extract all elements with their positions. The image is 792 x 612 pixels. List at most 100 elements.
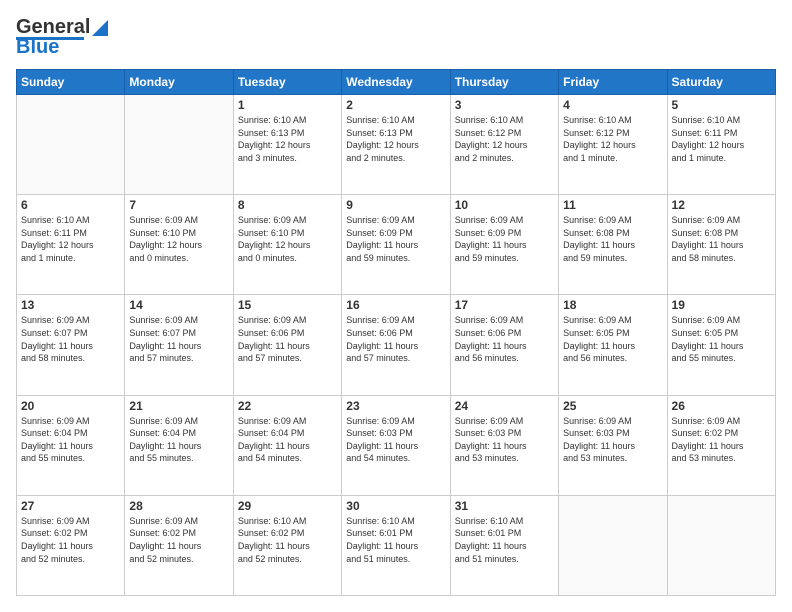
day-number: 23: [346, 399, 445, 413]
day-info: Sunrise: 6:09 AM Sunset: 6:10 PM Dayligh…: [238, 214, 337, 264]
day-number: 15: [238, 298, 337, 312]
day-info: Sunrise: 6:09 AM Sunset: 6:07 PM Dayligh…: [21, 314, 120, 364]
day-number: 29: [238, 499, 337, 513]
calendar-cell: 7 Sunrise: 6:09 AM Sunset: 6:10 PM Daylig…: [125, 195, 233, 295]
day-info: Sunrise: 6:09 AM Sunset: 6:03 PM Dayligh…: [346, 415, 445, 465]
day-number: 27: [21, 499, 120, 513]
day-number: 5: [672, 98, 771, 112]
calendar-cell: 30Sunrise: 6:10 AM Sunset: 6:01 PM Dayli…: [342, 495, 450, 595]
day-number: 20: [21, 399, 120, 413]
day-info: Sunrise: 6:10 AM Sunset: 6:13 PM Dayligh…: [346, 114, 445, 164]
calendar-week-3: 13 Sunrise: 6:09 AM Sunset: 6:07 PM Dayli…: [17, 295, 776, 395]
day-number: 17: [455, 298, 554, 312]
day-number: 24: [455, 399, 554, 413]
calendar-col-wednesday: Wednesday: [342, 70, 450, 95]
logo-icon: [90, 18, 110, 38]
calendar-table: SundayMondayTuesdayWednesdayThursdayFrid…: [16, 69, 776, 596]
day-info: Sunrise: 6:09 AM Sunset: 6:08 PM Dayligh…: [563, 214, 662, 264]
day-number: 22: [238, 399, 337, 413]
calendar-week-5: 27 Sunrise: 6:09 AM Sunset: 6:02 PM Dayli…: [17, 495, 776, 595]
calendar-cell: 12 Sunrise: 6:09 AM Sunset: 6:08 PM Dayli…: [667, 195, 775, 295]
day-number: 7: [129, 198, 228, 212]
calendar-cell: 31 Sunrise: 6:10 AM Sunset: 6:01 PM Dayli…: [450, 495, 558, 595]
day-info: Sunrise: 6:09 AM Sunset: 6:09 PM Dayligh…: [346, 214, 445, 264]
day-number: 13: [21, 298, 120, 312]
calendar-cell: 29 Sunrise: 6:10 AM Sunset: 6:02 PM Dayli…: [233, 495, 341, 595]
day-info: Sunrise: 6:09 AM Sunset: 6:04 PM Dayligh…: [21, 415, 120, 465]
day-info: Sunrise: 6:09 AM Sunset: 6:09 PM Dayligh…: [455, 214, 554, 264]
day-info: Sunrise: 6:09 AM Sunset: 6:04 PM Dayligh…: [238, 415, 337, 465]
calendar-week-4: 20 Sunrise: 6:09 AM Sunset: 6:04 PM Dayli…: [17, 395, 776, 495]
day-info: Sunrise: 6:09 AM Sunset: 6:06 PM Dayligh…: [238, 314, 337, 364]
day-number: 8: [238, 198, 337, 212]
calendar-cell: 23 Sunrise: 6:09 AM Sunset: 6:03 PM Dayli…: [342, 395, 450, 495]
day-number: 31: [455, 499, 554, 513]
calendar-cell: 4 Sunrise: 6:10 AM Sunset: 6:12 PM Daylig…: [559, 95, 667, 195]
calendar-cell: 5 Sunrise: 6:10 AM Sunset: 6:11 PM Daylig…: [667, 95, 775, 195]
calendar-cell: 19 Sunrise: 6:09 AM Sunset: 6:05 PM Dayli…: [667, 295, 775, 395]
calendar-col-monday: Monday: [125, 70, 233, 95]
day-info: Sunrise: 6:10 AM Sunset: 6:12 PM Dayligh…: [563, 114, 662, 164]
calendar-cell: 13 Sunrise: 6:09 AM Sunset: 6:07 PM Dayli…: [17, 295, 125, 395]
day-info: Sunrise: 6:09 AM Sunset: 6:10 PM Dayligh…: [129, 214, 228, 264]
day-info: Sunrise: 6:09 AM Sunset: 6:03 PM Dayligh…: [455, 415, 554, 465]
calendar-cell: 15 Sunrise: 6:09 AM Sunset: 6:06 PM Dayli…: [233, 295, 341, 395]
day-info: Sunrise: 6:10 AM Sunset: 6:11 PM Dayligh…: [672, 114, 771, 164]
calendar-cell: [667, 495, 775, 595]
calendar-cell: [17, 95, 125, 195]
calendar-cell: 9Sunrise: 6:09 AM Sunset: 6:09 PM Daylig…: [342, 195, 450, 295]
calendar-cell: 1 Sunrise: 6:10 AM Sunset: 6:13 PM Daylig…: [233, 95, 341, 195]
calendar-cell: 27 Sunrise: 6:09 AM Sunset: 6:02 PM Dayli…: [17, 495, 125, 595]
calendar-cell: 24 Sunrise: 6:09 AM Sunset: 6:03 PM Dayli…: [450, 395, 558, 495]
calendar-cell: 2Sunrise: 6:10 AM Sunset: 6:13 PM Daylig…: [342, 95, 450, 195]
day-number: 28: [129, 499, 228, 513]
calendar-week-2: 6 Sunrise: 6:10 AM Sunset: 6:11 PM Daylig…: [17, 195, 776, 295]
day-number: 3: [455, 98, 554, 112]
day-info: Sunrise: 6:09 AM Sunset: 6:05 PM Dayligh…: [672, 314, 771, 364]
day-number: 14: [129, 298, 228, 312]
calendar-cell: 18Sunrise: 6:09 AM Sunset: 6:05 PM Dayli…: [559, 295, 667, 395]
calendar-cell: 14 Sunrise: 6:09 AM Sunset: 6:07 PM Dayli…: [125, 295, 233, 395]
day-info: Sunrise: 6:10 AM Sunset: 6:01 PM Dayligh…: [346, 515, 445, 565]
day-number: 11: [563, 198, 662, 212]
day-info: Sunrise: 6:09 AM Sunset: 6:08 PM Dayligh…: [672, 214, 771, 264]
calendar-col-tuesday: Tuesday: [233, 70, 341, 95]
day-number: 1: [238, 98, 337, 112]
day-info: Sunrise: 6:10 AM Sunset: 6:12 PM Dayligh…: [455, 114, 554, 164]
day-number: 18: [563, 298, 662, 312]
calendar-cell: 28 Sunrise: 6:09 AM Sunset: 6:02 PM Dayli…: [125, 495, 233, 595]
day-info: Sunrise: 6:09 AM Sunset: 6:03 PM Dayligh…: [563, 415, 662, 465]
day-info: Sunrise: 6:10 AM Sunset: 6:01 PM Dayligh…: [455, 515, 554, 565]
calendar-col-thursday: Thursday: [450, 70, 558, 95]
calendar-cell: 8 Sunrise: 6:09 AM Sunset: 6:10 PM Daylig…: [233, 195, 341, 295]
calendar-cell: 6 Sunrise: 6:10 AM Sunset: 6:11 PM Daylig…: [17, 195, 125, 295]
day-info: Sunrise: 6:09 AM Sunset: 6:02 PM Dayligh…: [129, 515, 228, 565]
calendar-week-1: 1 Sunrise: 6:10 AM Sunset: 6:13 PM Daylig…: [17, 95, 776, 195]
day-number: 21: [129, 399, 228, 413]
calendar-cell: 11 Sunrise: 6:09 AM Sunset: 6:08 PM Dayli…: [559, 195, 667, 295]
calendar-cell: 3 Sunrise: 6:10 AM Sunset: 6:12 PM Daylig…: [450, 95, 558, 195]
calendar-cell: 25Sunrise: 6:09 AM Sunset: 6:03 PM Dayli…: [559, 395, 667, 495]
calendar-col-sunday: Sunday: [17, 70, 125, 95]
calendar-cell: 22 Sunrise: 6:09 AM Sunset: 6:04 PM Dayli…: [233, 395, 341, 495]
calendar-col-saturday: Saturday: [667, 70, 775, 95]
day-number: 10: [455, 198, 554, 212]
logo: General Blue: [16, 16, 110, 59]
day-info: Sunrise: 6:09 AM Sunset: 6:02 PM Dayligh…: [21, 515, 120, 565]
calendar-cell: 16Sunrise: 6:09 AM Sunset: 6:06 PM Dayli…: [342, 295, 450, 395]
header: General Blue: [16, 16, 776, 59]
calendar-cell: 26Sunrise: 6:09 AM Sunset: 6:02 PM Dayli…: [667, 395, 775, 495]
day-info: Sunrise: 6:09 AM Sunset: 6:07 PM Dayligh…: [129, 314, 228, 364]
day-number: 19: [672, 298, 771, 312]
calendar-cell: [125, 95, 233, 195]
calendar-col-friday: Friday: [559, 70, 667, 95]
calendar-cell: 10 Sunrise: 6:09 AM Sunset: 6:09 PM Dayli…: [450, 195, 558, 295]
day-number: 4: [563, 98, 662, 112]
day-info: Sunrise: 6:09 AM Sunset: 6:06 PM Dayligh…: [455, 314, 554, 364]
day-info: Sunrise: 6:10 AM Sunset: 6:02 PM Dayligh…: [238, 515, 337, 565]
day-info: Sunrise: 6:10 AM Sunset: 6:11 PM Dayligh…: [21, 214, 120, 264]
page: General Blue SundayMondayTuesdayWednesda…: [0, 0, 792, 612]
day-info: Sunrise: 6:10 AM Sunset: 6:13 PM Dayligh…: [238, 114, 337, 164]
day-number: 6: [21, 198, 120, 212]
day-number: 12: [672, 198, 771, 212]
